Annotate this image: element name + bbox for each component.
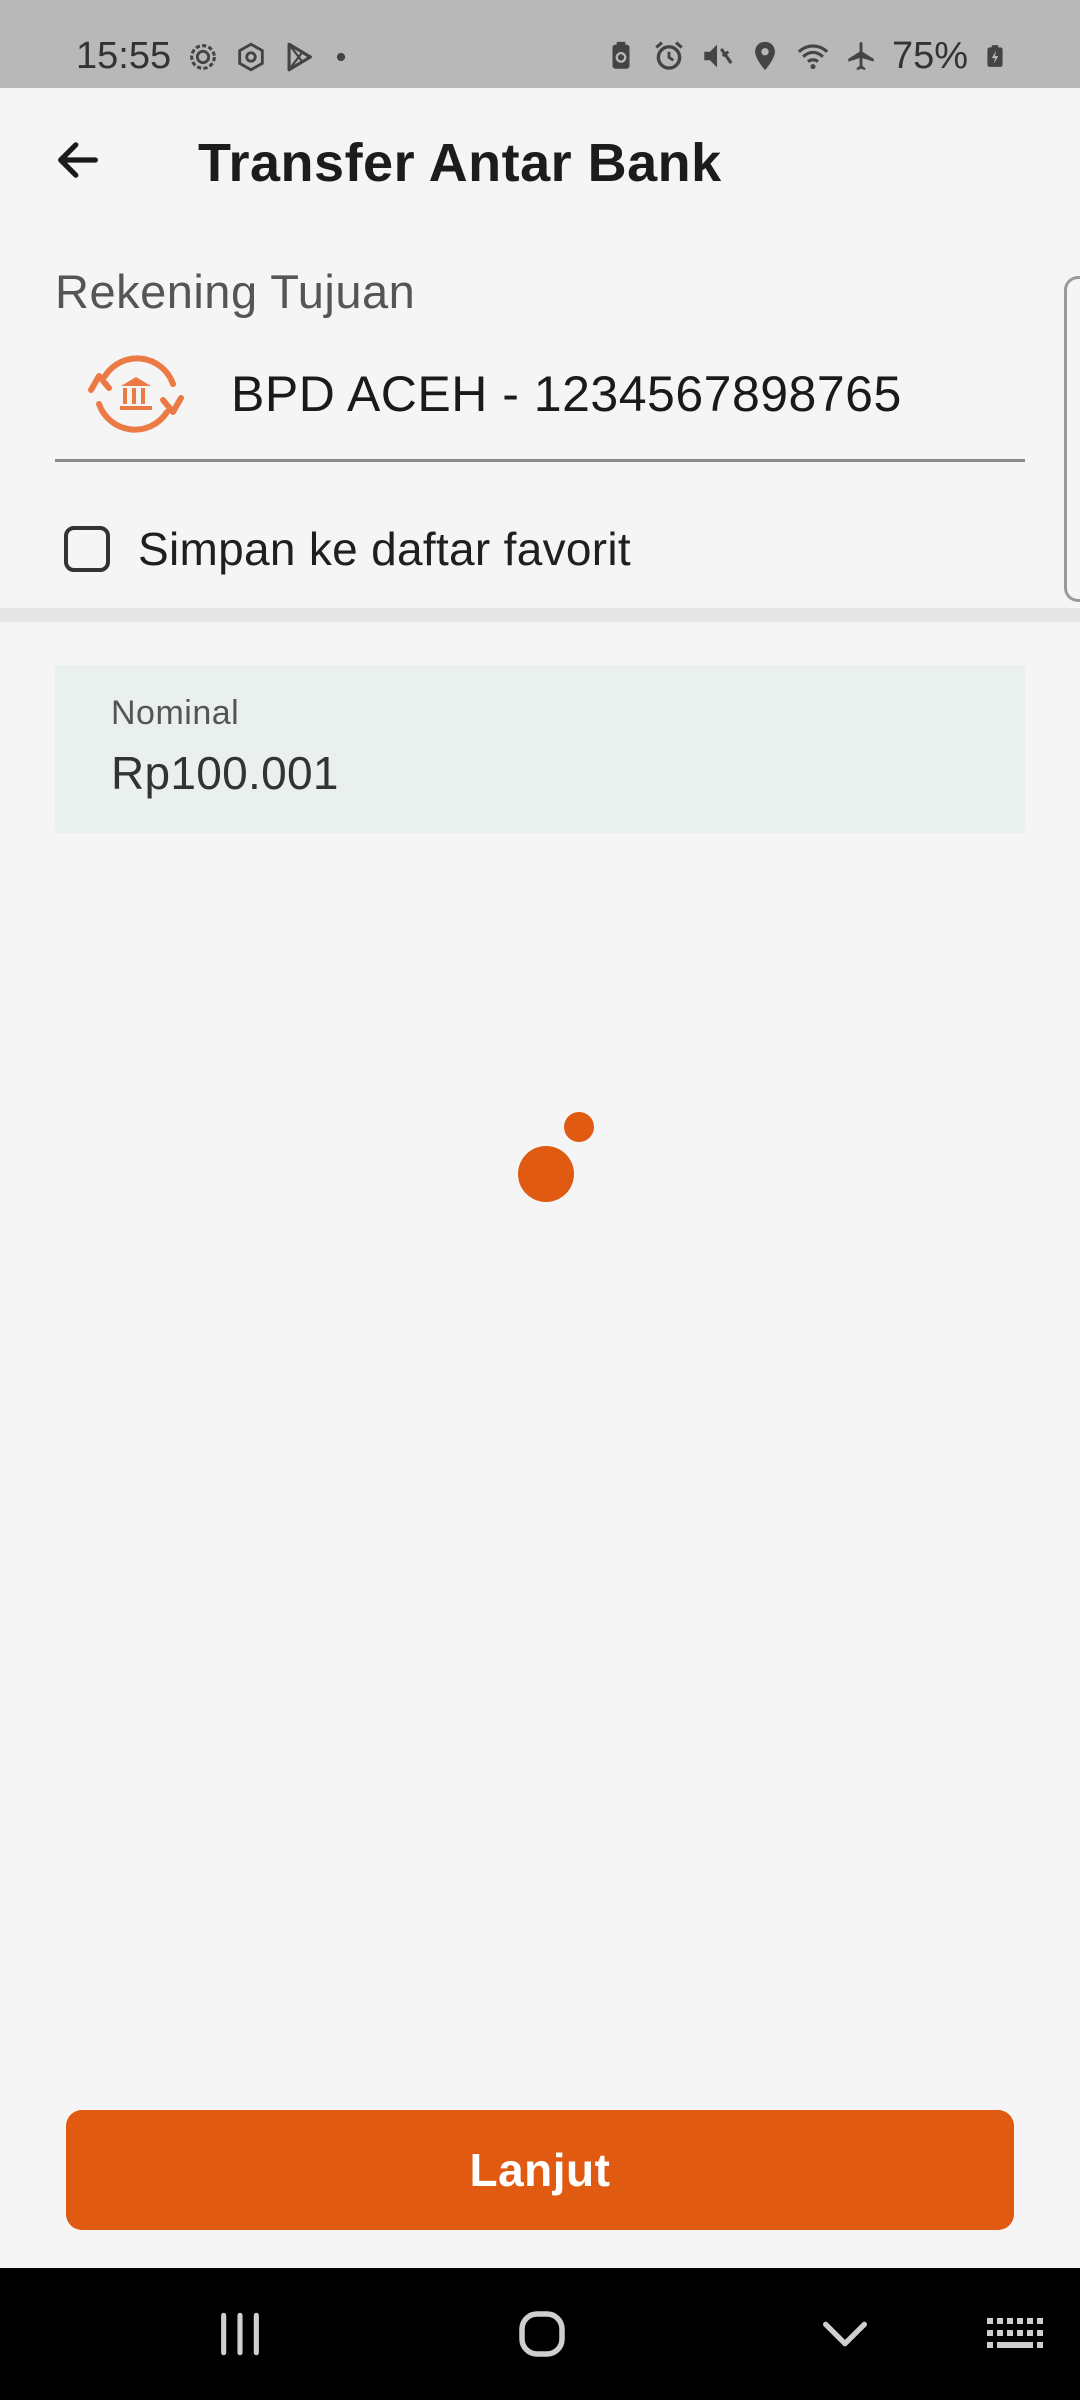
top-app-bar: Transfer Antar Bank <box>0 88 1080 238</box>
battery-percent: 75% <box>891 35 968 77</box>
destination-section: Rekening Tujuan BPD ACEH - 1234567898765… <box>0 238 1080 608</box>
keyboard-icon <box>987 2318 1043 2348</box>
section-divider <box>0 608 1080 622</box>
navigation-bar <box>0 2268 1080 2400</box>
airplane-icon <box>848 41 874 71</box>
battery-charging-icon <box>987 45 1003 67</box>
screen: 15:55 75% Transfer Antar Bank Rekening T… <box>0 0 1080 2400</box>
recent-apps-icon <box>221 2312 259 2356</box>
next-button[interactable]: Lanjut <box>66 2110 1014 2230</box>
edge-panel-handle[interactable] <box>1064 276 1080 602</box>
destination-label: Rekening Tujuan <box>55 265 416 318</box>
favorite-row[interactable]: Simpan ke daftar favorit <box>64 514 631 584</box>
nominal-label: Nominal <box>111 694 240 732</box>
page-title: Transfer Antar Bank <box>198 133 722 193</box>
loading-dot-small <box>564 1112 594 1142</box>
home-button[interactable] <box>497 2298 587 2370</box>
status-bar: 15:55 75% <box>0 0 1080 88</box>
wifi-icon <box>797 44 829 70</box>
bank-transfer-icon <box>88 355 184 433</box>
arrow-left-icon <box>58 142 98 178</box>
status-left-icons <box>186 40 352 74</box>
back-nav-button[interactable] <box>800 2298 890 2370</box>
keyboard-button[interactable] <box>970 2298 1060 2370</box>
destination-account-value: BPD ACEH - 1234567898765 <box>231 366 902 422</box>
home-icon <box>519 2311 565 2357</box>
settings-gear-icon <box>190 44 216 70</box>
play-store-icon <box>287 42 312 72</box>
back-button[interactable] <box>48 130 108 190</box>
status-time: 15:55 <box>76 35 172 77</box>
nominal-field[interactable]: Nominal Rp100.001 <box>55 665 1025 833</box>
favorite-label: Simpan ke daftar favorit <box>138 523 631 575</box>
nominal-value: Rp100.001 <box>111 747 339 799</box>
battery-saver-icon <box>612 41 630 69</box>
alarm-icon <box>655 41 683 70</box>
loading-dot-large <box>518 1146 574 1202</box>
status-right: 75% <box>604 34 1008 78</box>
location-icon <box>755 41 775 71</box>
hexagon-gear-icon <box>238 42 264 72</box>
back-chevron-icon <box>823 2321 867 2347</box>
loading-dots-icon <box>510 1108 600 1204</box>
favorite-checkbox[interactable] <box>64 526 110 572</box>
destination-account-field[interactable]: BPD ACEH - 1234567898765 <box>55 338 1025 462</box>
notification-dot-icon <box>336 52 346 62</box>
recent-apps-button[interactable] <box>195 2298 285 2370</box>
mute-icon <box>704 44 733 68</box>
